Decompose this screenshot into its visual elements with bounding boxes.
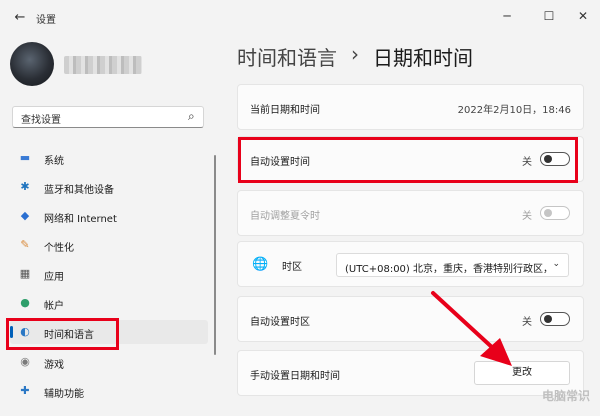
watermark: 电脑常识 <box>541 389 590 403</box>
annotation-arrow <box>431 291 512 366</box>
